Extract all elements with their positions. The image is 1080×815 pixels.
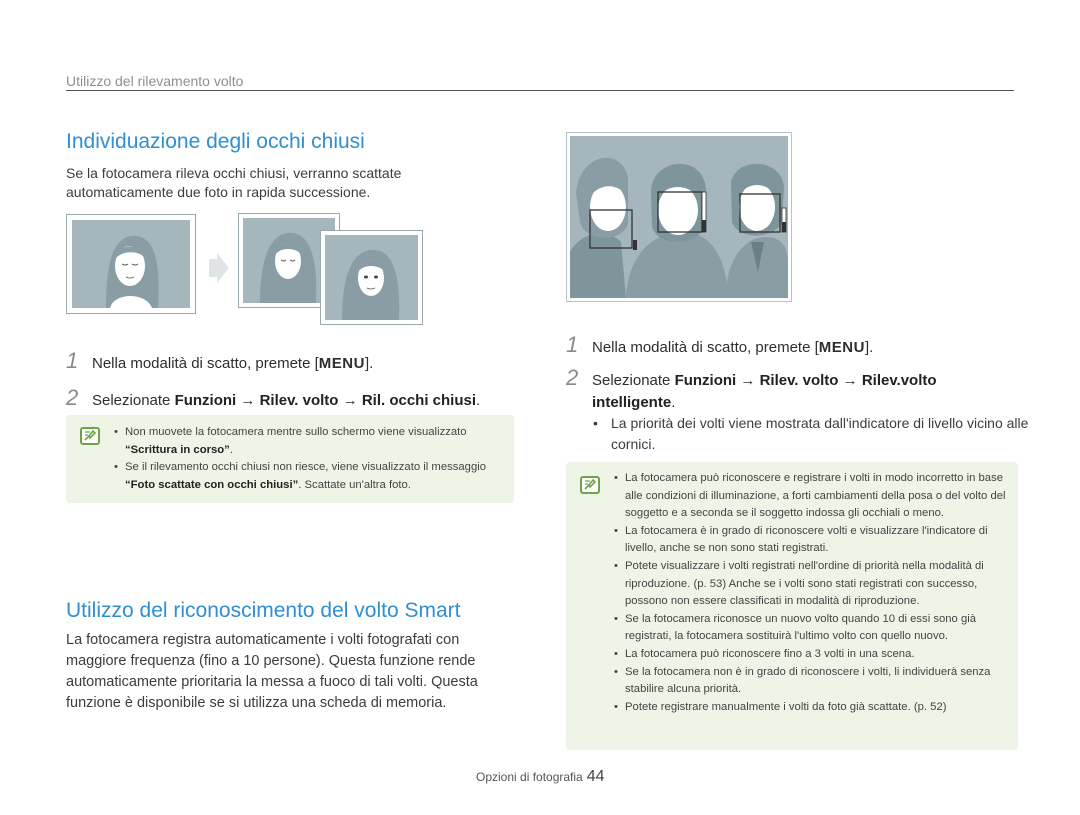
footer-label: Opzioni di fotografia	[476, 770, 583, 784]
page-footer: Opzioni di fotografia 44	[476, 768, 605, 786]
arrow-right-icon: →	[842, 372, 858, 389]
step-text: Nella modalità di scatto, premete [	[592, 339, 819, 356]
step-number: 2	[566, 365, 579, 390]
blink-step-2: 2 Selezionate Funzioni → Rilev. volto → …	[66, 385, 480, 411]
blink-step-1: 1 Nella modalità di scatto, premete [MEN…	[66, 348, 373, 374]
smart-step-2: 2 Selezionate Funzioni → Rilev. volto → …	[566, 367, 986, 414]
note-item: La fotocamera è in grado di riconoscere …	[614, 523, 1006, 558]
note-item: Se la fotocamera non è in grado di ricon…	[614, 664, 1006, 699]
blink-title: Individuazione degli occhi chiusi	[66, 130, 365, 153]
menu-item-funzioni: Funzioni	[674, 372, 737, 389]
smart-step-1: 1 Nella modalità di scatto, premete [MEN…	[566, 332, 873, 358]
menu-button-key: MENU	[318, 355, 365, 372]
smart-note-box: La fotocamera può riconoscere e registra…	[566, 462, 1018, 750]
step-text: Nella modalità di scatto, premete [	[92, 355, 319, 372]
note-icon	[80, 427, 100, 445]
arrow-right-icon: →	[240, 392, 256, 409]
step-text-end: ].	[864, 339, 874, 356]
arrow-right-icon	[207, 253, 229, 288]
note-item: La fotocamera può riconoscere e registra…	[614, 470, 1006, 523]
menu-button-key: MENU	[818, 339, 865, 356]
note-item: Se la fotocamera riconosce un nuovo volt…	[614, 611, 1006, 646]
page-number: 44	[586, 768, 605, 785]
smart-title: Utilizzo del riconoscimento del volto Sm…	[66, 599, 461, 622]
step-text: Selezionate	[92, 392, 175, 409]
note-item: La fotocamera può riconoscere fino a 3 v…	[614, 646, 1006, 664]
smart-bullet: La priorità dei volti viene mostrata dal…	[593, 413, 1031, 455]
step-text-end: ].	[364, 355, 374, 372]
note-item: Potete visualizzare i volti registrati n…	[614, 558, 1006, 611]
step-number: 1	[66, 348, 79, 373]
note-item: Non muovete la fotocamera mentre sullo s…	[114, 424, 504, 459]
section-header: Utilizzo del rilevamento volto	[66, 73, 244, 89]
menu-item-funzioni: Funzioni	[174, 392, 237, 409]
note-item: Se il rilevamento occhi chiusi non riesc…	[114, 459, 504, 494]
smart-face-photo	[566, 132, 792, 302]
burst-photo-2	[320, 230, 423, 325]
blink-intro: Se la fotocamera rileva occhi chiusi, ve…	[66, 165, 402, 200]
step-text: Selezionate	[592, 372, 675, 389]
smart-intro: La fotocamera registra automaticamente i…	[66, 632, 478, 711]
arrow-right-icon: →	[342, 392, 358, 409]
step-text-end: .	[671, 394, 676, 411]
smart-note-list: La fotocamera può riconoscere e registra…	[614, 470, 1006, 716]
menu-item-rilev-volto: Rilev. volto	[259, 392, 339, 409]
arrow-right-icon: →	[740, 372, 756, 389]
step-number: 1	[566, 332, 579, 357]
note-item: Potete registrare manualmente i volti da…	[614, 699, 1006, 717]
menu-item-ril-occhi-chiusi: Ril. occhi chiusi	[361, 392, 477, 409]
menu-item-rilev-volto: Rilev. volto	[759, 372, 839, 389]
blink-source-photo	[66, 214, 196, 314]
note-icon	[580, 476, 600, 494]
step-text-end: .	[476, 392, 481, 409]
header-divider	[66, 90, 1014, 91]
step-number: 2	[66, 385, 79, 410]
blink-note-box: Non muovete la fotocamera mentre sullo s…	[66, 415, 514, 503]
